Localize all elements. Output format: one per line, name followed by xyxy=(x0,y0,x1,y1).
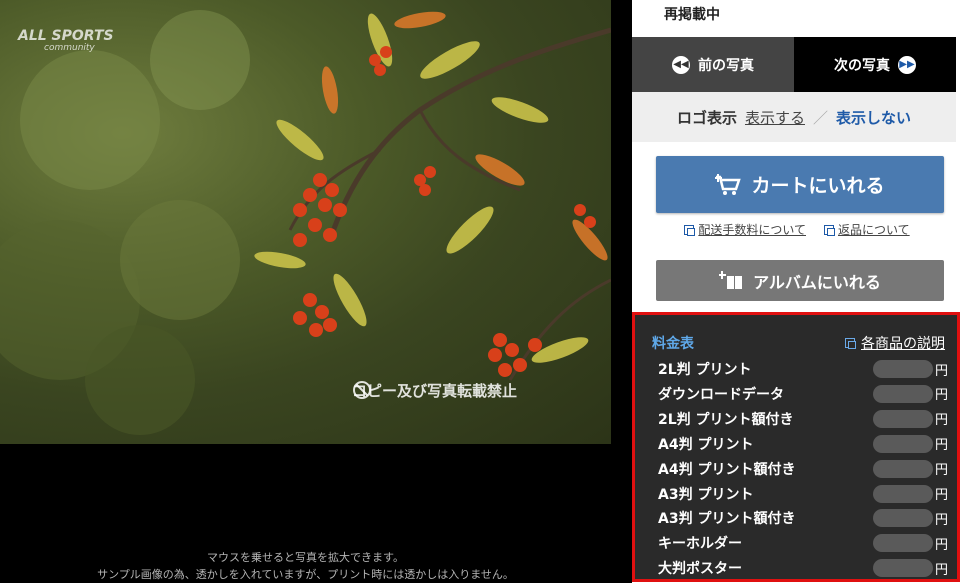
watermark-logo-text: ALL SPORTS xyxy=(18,28,114,44)
price-item-name: A4判 プリント額付き xyxy=(658,461,796,478)
external-window-icon xyxy=(824,224,835,236)
price-item-name: 2L判 プリント額付き xyxy=(658,411,794,428)
logo-toggle-row: ロゴ表示 表示する ／ 表示しない xyxy=(632,92,956,142)
watermark-logo: ALL SPORTS community xyxy=(18,28,114,54)
price-item-name: キーホルダー xyxy=(658,536,742,553)
price-value-hidden xyxy=(872,384,933,403)
photo-illustration xyxy=(0,10,611,435)
fast-forward-icon: ▶▶ xyxy=(898,55,916,74)
price-row: A3判 プリント額付き 円 xyxy=(658,507,948,529)
shipping-fee-link[interactable]: 配送手数料について xyxy=(684,221,806,238)
prev-photo-label: 前の写真 xyxy=(698,57,754,74)
price-row: 2L判 プリント 円 xyxy=(658,358,948,380)
zoom-hint: マウスを乗せると写真を拡大できます。 xyxy=(207,551,404,564)
price-value-hidden xyxy=(872,360,933,378)
prev-photo-button[interactable]: ◀◀ 前の写真 xyxy=(632,37,794,92)
album-plus-icon xyxy=(719,270,743,289)
price-row: A3判 プリント 円 xyxy=(658,483,948,505)
add-to-album-button[interactable]: アルバムにいれる xyxy=(656,260,944,301)
price-value-hidden xyxy=(872,559,933,578)
add-to-album-label: アルバムにいれる xyxy=(753,272,881,292)
add-to-cart-label: カートにいれる xyxy=(751,175,885,197)
watermark-hint: サンプル画像の為、透かしを入れていますが、プリント時には透かしは入りません。 xyxy=(97,568,514,581)
price-item-name: ダウンロードデータ xyxy=(658,386,784,403)
shipping-fee-label: 配送手数料について xyxy=(698,223,806,237)
returns-label: 返品について xyxy=(838,223,910,237)
prohibited-icon xyxy=(353,381,371,399)
price-table: 料金表 各商品の説明 2L判 プリント円ダウンロードデータ円 2L判 プリント額付… xyxy=(632,312,960,582)
no-copy-text: コピー及び写真転載禁止 xyxy=(352,382,518,400)
logo-hide-link[interactable]: 表示しない xyxy=(836,107,911,128)
price-unit: 円 xyxy=(934,413,948,429)
photo-nav: ◀◀ 前の写真 次の写真 ▶▶ xyxy=(632,37,956,92)
price-value-hidden xyxy=(872,409,933,428)
returns-link[interactable]: 返品について xyxy=(824,221,910,238)
price-item-name: 2L判 プリント xyxy=(658,362,752,378)
price-value-hidden xyxy=(872,509,933,528)
rewind-icon: ◀◀ xyxy=(672,55,690,74)
logo-separator: ／ xyxy=(813,108,829,127)
price-item-name: A3判 プリント xyxy=(658,486,754,503)
no-copy-notice: コピー及び写真転載禁止 xyxy=(352,380,517,401)
price-value-hidden xyxy=(872,484,933,503)
next-photo-button[interactable]: 次の写真 ▶▶ xyxy=(794,37,956,92)
photo[interactable]: ALL SPORTS community コピー及び写真転載禁止 xyxy=(0,0,611,444)
price-value-hidden xyxy=(872,434,933,453)
logo-show-link[interactable]: 表示する xyxy=(745,107,805,128)
price-value-hidden xyxy=(872,534,933,553)
price-row: 大判ポスター 円 xyxy=(658,557,948,579)
price-item-name: A4判 プリント xyxy=(658,436,754,453)
right-panel: 再掲載中 ◀◀ 前の写真 次の写真 ▶▶ ロゴ表示 表示する ／ 表示しない カ… xyxy=(632,0,962,583)
price-unit: 円 xyxy=(934,438,948,454)
price-unit: 円 xyxy=(934,537,948,553)
external-window-icon xyxy=(684,224,696,236)
next-photo-label: 次の写真 xyxy=(834,57,890,74)
external-window-icon xyxy=(845,338,856,349)
price-item-name: 大判ポスター xyxy=(658,561,742,578)
price-unit: 円 xyxy=(934,488,948,503)
price-row: 2L判 プリント額付き 円 xyxy=(658,408,948,430)
price-row: ダウンロードデータ 円 xyxy=(658,383,948,405)
price-row: A4判 プリント額付き 円 xyxy=(658,458,948,480)
logo-label: ロゴ表示 xyxy=(676,108,737,127)
price-value-hidden xyxy=(872,459,933,478)
cart-plus-icon xyxy=(715,173,742,195)
info-links: 配送手数料について 返品について xyxy=(632,221,962,238)
republish-label: 再掲載中 xyxy=(664,7,720,23)
price-row: A4判 プリント 円 xyxy=(658,433,948,455)
photo-pane: ALL SPORTS community コピー及び写真転載禁止 マウスを乗せる… xyxy=(0,0,632,583)
price-unit: 円 xyxy=(934,463,948,479)
product-description-link[interactable]: 各商品の説明 xyxy=(845,333,945,353)
price-unit: 円 xyxy=(934,363,948,379)
price-unit: 円 xyxy=(934,562,948,578)
product-description-label: 各商品の説明 xyxy=(861,336,945,352)
price-unit: 円 xyxy=(934,388,948,404)
price-table-title: 料金表 xyxy=(652,336,694,352)
price-item-name: A3判 プリント額付き xyxy=(658,511,796,528)
price-unit: 円 xyxy=(934,512,948,528)
price-row: キーホルダー 円 xyxy=(658,532,948,554)
add-to-cart-button[interactable]: カートにいれる xyxy=(656,156,944,213)
